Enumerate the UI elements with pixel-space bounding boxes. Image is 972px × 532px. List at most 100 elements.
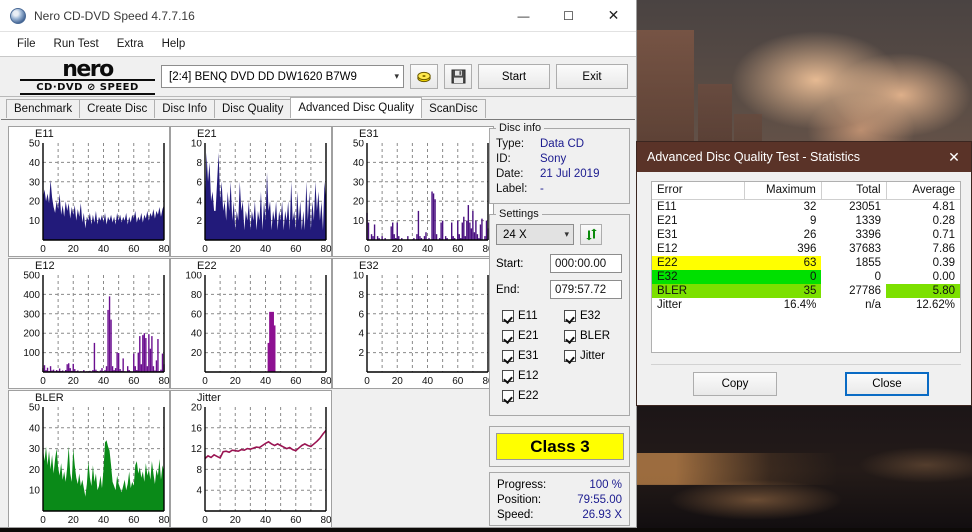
screen: Nero CD-DVD Speed 4.7.7.16 — ☐ ✕ File Ru… [0,0,972,528]
y-tick-label: 50 [29,403,41,414]
table-row[interactable]: BLER 35 27786 5.80 [652,284,960,298]
y-tick-label: 8 [196,158,202,169]
table-row[interactable]: E21 9 1339 0.28 [652,214,960,228]
checkbox-jitter[interactable]: Jitter [564,350,626,362]
checkbox-box [502,390,514,402]
y-tick-label: 10 [191,139,203,150]
tab-create-disc[interactable]: Create Disc [79,99,156,118]
y-tick-label: 500 [23,271,40,282]
start-time-input[interactable]: 000:00.00 [550,254,622,273]
cell-total: 0 [874,271,882,283]
chart-title-e21: E21 [195,128,219,140]
maximize-button[interactable]: ☐ [546,0,591,31]
y-tick-label: 80 [191,290,203,301]
table-row[interactable]: E32 0 0 0.00 [652,270,960,284]
tab-advanced-disc-quality[interactable]: Advanced Disc Quality [290,97,423,118]
table-row[interactable]: E22 63 1855 0.39 [652,256,960,270]
close-dialog-button[interactable]: Close [845,372,929,396]
progress-row: Position: 79:55.00 [497,493,622,508]
exit-button[interactable]: Exit [556,64,628,89]
x-tick-label: 0 [40,515,46,526]
chart-plot: 2 4 6 8 10 0 20 40 60 80 [191,139,332,256]
y-tick-label: 40 [29,158,41,169]
tab-benchmark[interactable]: Benchmark [6,99,81,118]
checkbox-e11[interactable]: E11 [502,310,564,322]
checkbox-box [564,310,576,322]
tab-disc-info[interactable]: Disc Info [154,99,215,118]
y-tick-label: 16 [191,423,203,434]
disc-info-key-id: ID: [496,153,511,165]
toolbar: nero CD·DVD ⊘ SPEED [2:4] BENQ DVD DD DW… [0,57,636,97]
progress-value: 100 % [589,479,622,491]
end-time-input[interactable]: 079:57.72 [550,280,622,299]
start-button[interactable]: Start [478,64,550,89]
drive-select[interactable]: [2:4] BENQ DVD DD DW1620 B7W9 ▾ [161,65,404,88]
cell-total: 23051 [849,201,882,213]
statistics-dialog: Advanced Disc Quality Test - Statistics … [636,141,972,406]
cell-average: 0.00 [932,271,955,283]
x-tick-label: 80 [158,515,170,526]
chart-title-bler: BLER [33,392,66,404]
tab-disc-quality[interactable]: Disc Quality [214,99,292,118]
chart-title-e11: E11 [33,128,56,140]
checkbox-bler[interactable]: BLER [564,330,626,342]
refresh-button[interactable] [580,224,602,245]
chart-title-jitter: Jitter [195,392,223,404]
menu-bar: File Run Test Extra Help [0,32,636,57]
dialog-close-button[interactable]: ✕ [937,143,971,172]
status-badge: Class 3 [496,433,624,460]
checkbox-label: BLER [580,330,611,342]
x-tick-label: 0 [202,244,208,255]
x-tick-label: 20 [68,515,80,526]
table-row[interactable]: E12 396 37683 7.86 [652,242,960,256]
chart-plot: 4 8 12 16 20 0 20 40 60 80 [191,403,332,527]
cell-maximum: 16.4% [783,299,817,311]
menu-item-file[interactable]: File [8,35,45,53]
checkbox-e32[interactable]: E32 [564,310,626,322]
checkbox-box [502,310,514,322]
checkbox-e12[interactable]: E12 [502,370,564,382]
chart-title-e12: E12 [33,260,57,272]
chart-jitter: Jitter 4 8 12 16 20 0 20 40 60 80 [170,390,332,528]
x-tick-label: 0 [202,376,208,387]
close-button[interactable]: ✕ [591,0,636,31]
chart-title-e22: E22 [195,260,219,272]
x-tick-label: 60 [452,376,464,387]
speed-select-value: 24 X [503,228,527,241]
y-tick-label: 30 [29,177,41,188]
y-tick-label: 30 [353,177,365,188]
speed-select[interactable]: 24 X ▾ [496,224,574,245]
checkbox-e21[interactable]: E21 [502,330,564,342]
cell-maximum: 32 [803,201,817,213]
y-tick-label: 20 [191,348,203,359]
y-tick-label: 2 [358,348,364,359]
cell-error: BLER [652,284,745,298]
nero-logo: nero CD·DVD ⊘ SPEED [20,58,155,95]
table-row[interactable]: E11 32 23051 4.81 [652,200,960,215]
chart-plot: 10 20 30 40 50 0 20 40 60 80 [29,403,170,527]
tab-scandisc[interactable]: ScanDisc [421,99,486,118]
table-row[interactable]: Jitter 16.4% n/a 12.62% [652,298,960,312]
checkbox-e22[interactable]: E22 [502,390,564,402]
x-tick-label: 80 [320,244,332,255]
col-average: Average [886,182,960,200]
x-tick-label: 40 [422,376,434,387]
progress-key: Progress: [497,479,547,491]
y-tick-label: 40 [29,423,41,434]
x-tick-label: 40 [260,244,272,255]
menu-item-run-test[interactable]: Run Test [45,35,108,53]
settings-legend: Settings [496,208,542,220]
table-row[interactable]: E31 26 3396 0.71 [652,228,960,242]
checkbox-e31[interactable]: E31 [502,350,564,362]
save-button[interactable] [444,64,472,89]
x-tick-label: 20 [68,244,80,255]
menu-item-help[interactable]: Help [153,35,195,53]
minimize-button[interactable]: — [501,0,546,31]
menu-item-extra[interactable]: Extra [108,35,153,53]
progress-row: Progress: 100 % [497,478,622,493]
copy-button[interactable]: Copy [693,372,777,396]
eject-button[interactable] [410,64,438,89]
title-bar: Nero CD-DVD Speed 4.7.7.16 — ☐ ✕ [0,0,636,32]
window-title: Nero CD-DVD Speed 4.7.7.16 [34,8,195,23]
divider [651,364,961,365]
